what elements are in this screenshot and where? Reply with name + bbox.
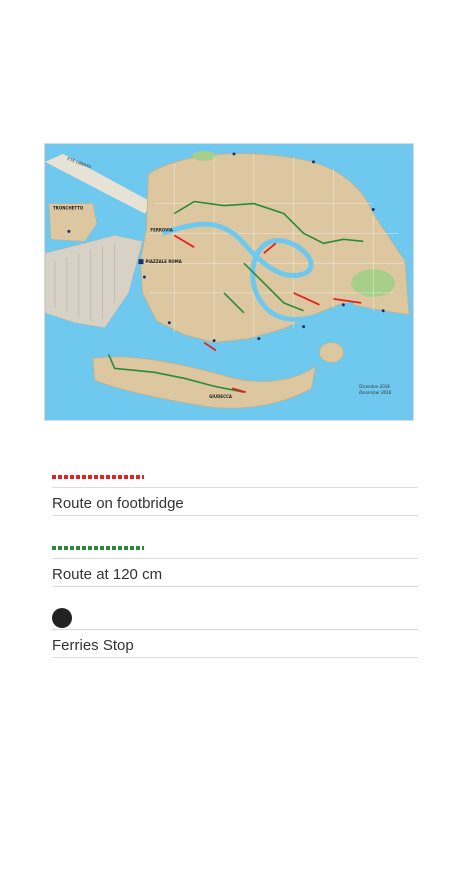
san-giorgio-island [319,342,344,363]
north-park [192,150,217,161]
ferrovia-label: FERROVIA [150,227,173,232]
legend-item-footbridge: Route on footbridge [52,470,418,541]
dashed-green-line-icon [52,546,144,550]
tronchetto-label: TRONCHETTO [53,206,84,211]
legend-symbol-row [52,608,418,630]
map-legend: Route on footbridge Route at 120 cm Ferr… [52,470,418,683]
legend-label-120cm: Route at 120 cm [52,565,418,587]
date-en-label: December 2018 [359,390,391,395]
giudecca-label: GIUDECCA [209,394,233,399]
legend-label-ferry: Ferries Stop [52,636,418,658]
legend-item-ferry: Ferries Stop [52,608,418,683]
legend-symbol-row [52,541,418,559]
dashed-red-line-icon [52,475,144,479]
venice-map: P.TE LIBERTA TRONCHETTO FERROVIA PIAZZAL… [44,143,414,421]
ferry-stop-dot-icon [52,608,72,628]
legend-label-footbridge: Route on footbridge [52,494,418,516]
date-it-label: Dicembre 2018 [359,384,390,389]
parking-icon [138,259,144,265]
legend-symbol-row [52,470,418,488]
map-svg: P.TE LIBERTA TRONCHETTO FERROVIA PIAZZAL… [45,144,413,420]
legend-item-120cm: Route at 120 cm [52,541,418,612]
piazzale-roma-label: PIAZZALE ROMA [145,259,182,264]
